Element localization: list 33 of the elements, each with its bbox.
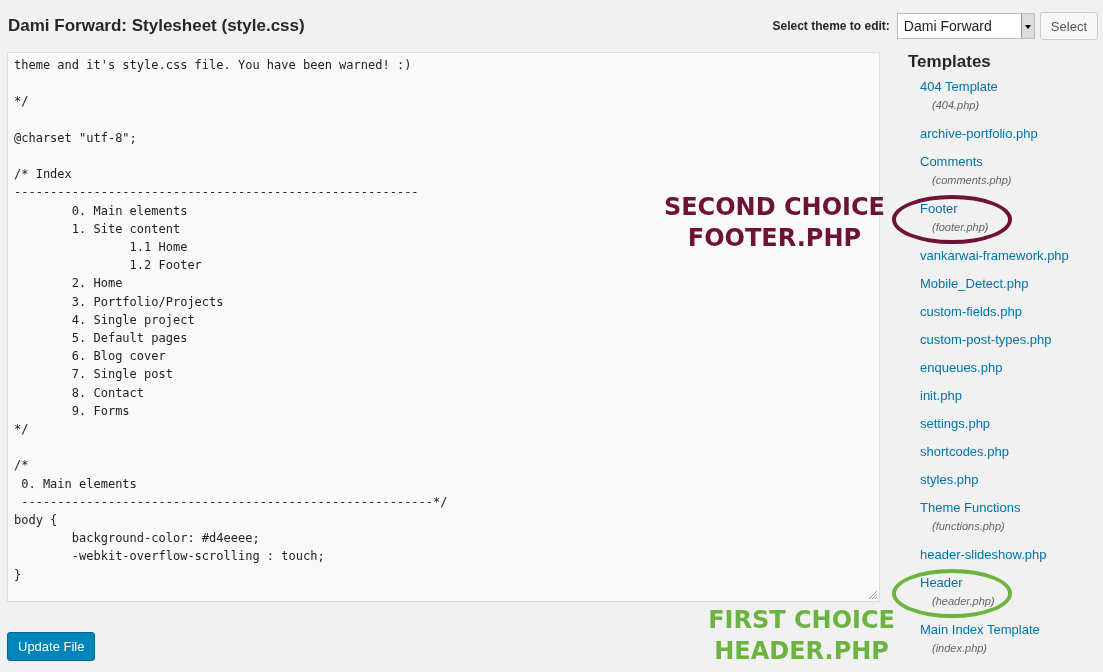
template-link[interactable]: custom-post-types.php [920,331,1052,349]
template-link[interactable]: Footer [920,200,958,218]
annotation-text: FIRST CHOICE HEADER.PHP [708,605,895,667]
code-text: theme and it's style.css file. You have been warned! :) */ @charset "utf-8"; /* Index -------------------------------------------------------- 0. Main elements 1. Site content 1.1 Home 1.2 Footer 2. Home 3. Portfolio/Projects 4. Single project 5. Default pages 6. Blog cover 7. Single post 8. Contact 9. Forms */ /* 0. Main elements ---------------------------------------------------------*/ body { background-color: #d4eeee; -webkit-overflow-scrolling : touch; } [14,57,448,584]
update-file-button[interactable]: Update File [7,632,96,661]
template-link[interactable]: 404 Template [920,78,998,96]
template-link[interactable]: Header [920,574,963,592]
template-link[interactable]: enqueues.php [920,359,1003,377]
template-filename: (index.php) [932,641,988,656]
theme-select[interactable]: Dami Forward [896,13,1035,39]
select-button[interactable]: Select [1039,12,1098,40]
template-filename: (404.php) [932,98,980,113]
template-filename: (comments.php) [932,173,1012,188]
resize-grip-icon[interactable] [868,590,878,600]
template-link[interactable]: custom-fields.php [920,303,1022,321]
template-filename: (functions.php) [932,519,1005,534]
template-filename: (footer.php) [932,220,989,235]
template-link[interactable]: styles.php [920,471,979,489]
template-link[interactable]: Theme Functions [920,499,1021,517]
select-label: Select theme to edit: [772,19,890,33]
template-link[interactable]: shortcodes.php [920,443,1009,461]
templates-heading: Templates [908,52,992,72]
template-link[interactable]: header-slideshow.php [920,546,1047,564]
template-link[interactable]: Mobile_Detect.php [920,275,1029,293]
page-title: Dami Forward: Stylesheet (style.css) [8,16,305,36]
template-link[interactable]: Main Index Template [920,621,1040,639]
template-link[interactable]: archive-portfolio.php [920,125,1038,143]
template-filename: (header.php) [932,594,995,609]
template-link[interactable]: Comments [920,153,983,171]
annotation-text: SECOND CHOICE FOOTER.PHP [663,192,885,254]
template-link[interactable]: vankarwai-framework.php [920,247,1069,265]
template-link[interactable]: settings.php [920,415,991,433]
template-link[interactable]: init.php [920,387,962,405]
